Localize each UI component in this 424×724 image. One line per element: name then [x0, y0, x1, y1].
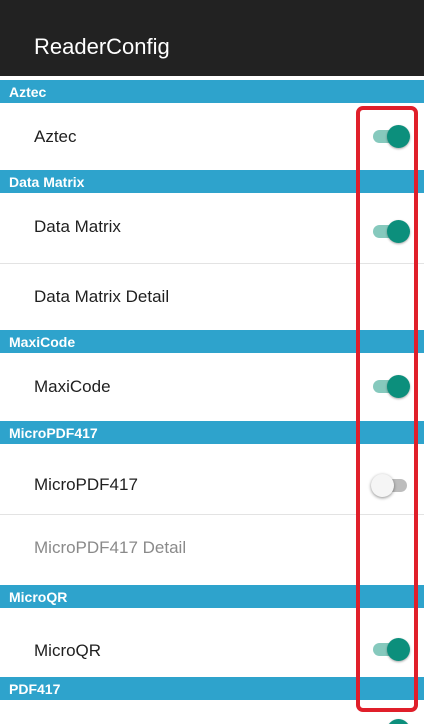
pref-label: Data Matrix: [34, 217, 121, 236]
section-title: MicroQR: [9, 589, 68, 605]
section-title: MaxiCode: [9, 334, 76, 350]
aztec-toggle-switch[interactable]: [371, 124, 411, 148]
pref-row-data-matrix[interactable]: Data Matrix: [0, 193, 424, 263]
switch-thumb: [387, 638, 410, 661]
section-header-data-matrix: Data Matrix: [0, 170, 424, 193]
section-title: Aztec: [9, 84, 47, 100]
pref-label: MicroPDF417 Detail: [34, 538, 187, 557]
pref-row-pdf417[interactable]: [0, 700, 424, 724]
section-header-aztec: Aztec: [0, 80, 424, 103]
switch-thumb: [387, 125, 410, 148]
app-title: ReaderConfig: [34, 34, 170, 59]
pref-label: Aztec: [34, 127, 77, 146]
switch-thumb: [387, 719, 410, 724]
app-bar: ReaderConfig: [0, 0, 424, 76]
switch-thumb: [387, 375, 410, 398]
pref-row-micropdf417-detail: MicroPDF417 Detail: [0, 515, 424, 585]
section-title: MicroPDF417: [9, 425, 98, 441]
data-matrix-toggle-switch[interactable]: [371, 219, 411, 243]
micropdf417-toggle-switch[interactable]: [371, 473, 411, 497]
pref-row-aztec[interactable]: Aztec: [0, 103, 424, 170]
pref-row-micropdf417[interactable]: MicroPDF417: [0, 444, 424, 514]
section-title: PDF417: [9, 681, 61, 697]
pref-label: MicroPDF417: [34, 475, 138, 494]
pref-label: MicroQR: [34, 641, 102, 660]
pref-row-maxicode[interactable]: MaxiCode: [0, 353, 424, 421]
switch-thumb: [387, 220, 410, 243]
maxicode-toggle-switch[interactable]: [371, 374, 411, 398]
microqr-toggle-switch[interactable]: [371, 637, 411, 661]
section-header-micropdf417: MicroPDF417: [0, 421, 424, 444]
pref-row-data-matrix-detail[interactable]: Data Matrix Detail: [0, 264, 424, 330]
section-header-maxicode: MaxiCode: [0, 330, 424, 353]
pref-label: MaxiCode: [34, 377, 111, 396]
pref-label: Data Matrix Detail: [34, 287, 170, 306]
section-header-pdf417: PDF417: [0, 677, 424, 700]
pdf417-toggle-switch[interactable]: [371, 718, 411, 724]
pref-row-microqr[interactable]: MicroQR: [0, 608, 424, 677]
section-title: Data Matrix: [9, 174, 85, 190]
switch-thumb: [371, 474, 394, 497]
section-header-microqr: MicroQR: [0, 585, 424, 608]
